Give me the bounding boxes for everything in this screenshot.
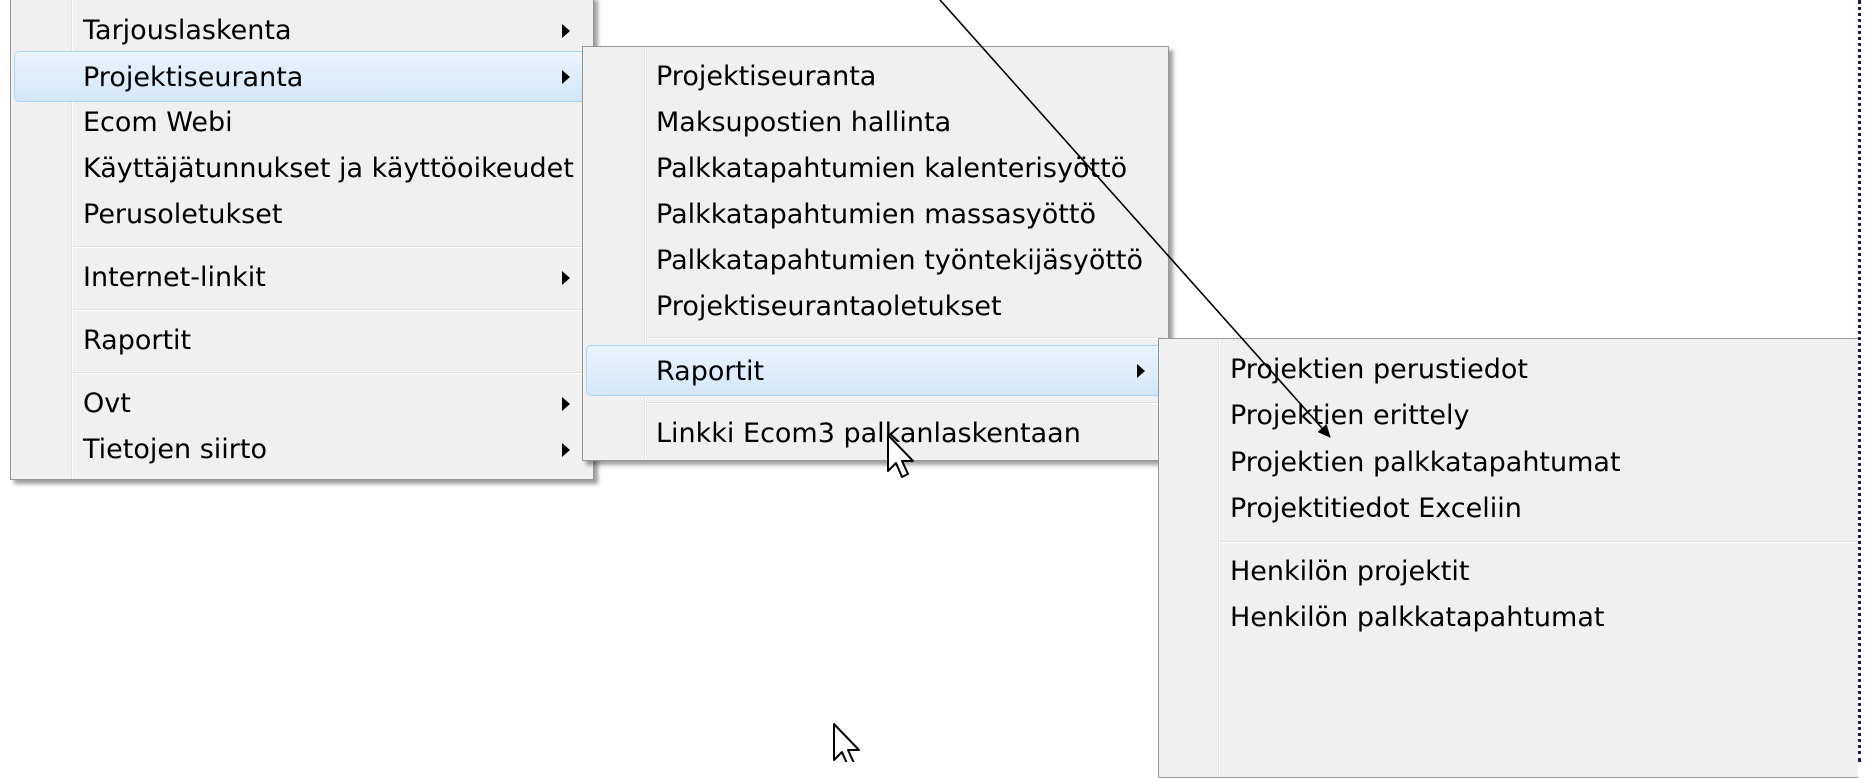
submenu-item-maksupostien-hallinta[interactable]: Maksupostien hallinta <box>586 97 1165 148</box>
menu-item-tietojen-siirto[interactable]: Tietojen siirto <box>14 424 590 475</box>
chevron-right-icon <box>562 70 570 84</box>
main-menu: Tarjouslaskenta Projektiseuranta Ecom We… <box>10 0 594 480</box>
menu-item-projektiseuranta[interactable]: Projektiseuranta <box>14 51 590 102</box>
menu-item-raportit[interactable]: Raportit <box>14 315 590 366</box>
raportit-item-henkilon-palkkatapahtumat[interactable]: Henkilön palkkatapahtumat <box>1162 592 1855 643</box>
menu-item-ecom-webi[interactable]: Ecom Webi <box>14 97 590 148</box>
chevron-right-icon <box>562 397 570 411</box>
raportit-item-henkilon-projektit[interactable]: Henkilön projektit <box>1162 546 1855 597</box>
menu-item-kayttajatunnukset[interactable]: Käyttäjätunnukset ja käyttöoikeudet <box>14 143 590 194</box>
submenu-item-raportit[interactable]: Raportit <box>586 345 1165 396</box>
menu-item-internet-linkit[interactable]: Internet-linkit <box>14 252 590 303</box>
chevron-right-icon <box>562 271 570 285</box>
chevron-right-icon <box>562 24 570 38</box>
submenu-item-projektiseuranta[interactable]: Projektiseuranta <box>586 51 1165 102</box>
raportit-item-erittely[interactable]: Projektien erittely <box>1162 390 1855 441</box>
dotted-border <box>1858 0 1861 762</box>
raportit-item-palkkatapahtumat[interactable]: Projektien palkkatapahtumat <box>1162 437 1855 488</box>
raportit-submenu: Projektien perustiedot Projektien eritte… <box>1158 338 1858 778</box>
submenu-item-tyontekijasyotto[interactable]: Palkkatapahtumien työntekijäsyöttö <box>586 235 1165 286</box>
menu-item-ovt[interactable]: Ovt <box>14 378 590 429</box>
submenu-item-kalenterisyotto[interactable]: Palkkatapahtumien kalenterisyöttö <box>586 143 1165 194</box>
menu-separator <box>646 337 1164 339</box>
submenu-item-massasyotto[interactable]: Palkkatapahtumien massasyöttö <box>586 189 1165 240</box>
menu-separator <box>1220 541 1858 543</box>
raportit-item-perustiedot[interactable]: Projektien perustiedot <box>1162 344 1855 395</box>
menu-separator <box>73 309 589 311</box>
submenu-item-linkki-ecom3[interactable]: Linkki Ecom3 palkanlaskentaan <box>586 408 1165 459</box>
mouse-pointer-icon <box>833 723 860 762</box>
submenu-item-projektiseurantaoletukset[interactable]: Projektiseurantaoletukset <box>586 281 1165 332</box>
menu-item-tarjouslaskenta[interactable]: Tarjouslaskenta <box>14 5 590 56</box>
menu-separator <box>73 246 589 248</box>
raportit-item-exceliin[interactable]: Projektitiedot Exceliin <box>1162 483 1855 534</box>
projektiseuranta-submenu: Projektiseuranta Maksupostien hallinta P… <box>582 46 1169 461</box>
chevron-right-icon <box>1137 364 1145 378</box>
menu-separator <box>646 402 1164 404</box>
chevron-right-icon <box>562 443 570 457</box>
menu-item-perusoletukset[interactable]: Perusoletukset <box>14 189 590 240</box>
menu-separator <box>73 372 589 374</box>
